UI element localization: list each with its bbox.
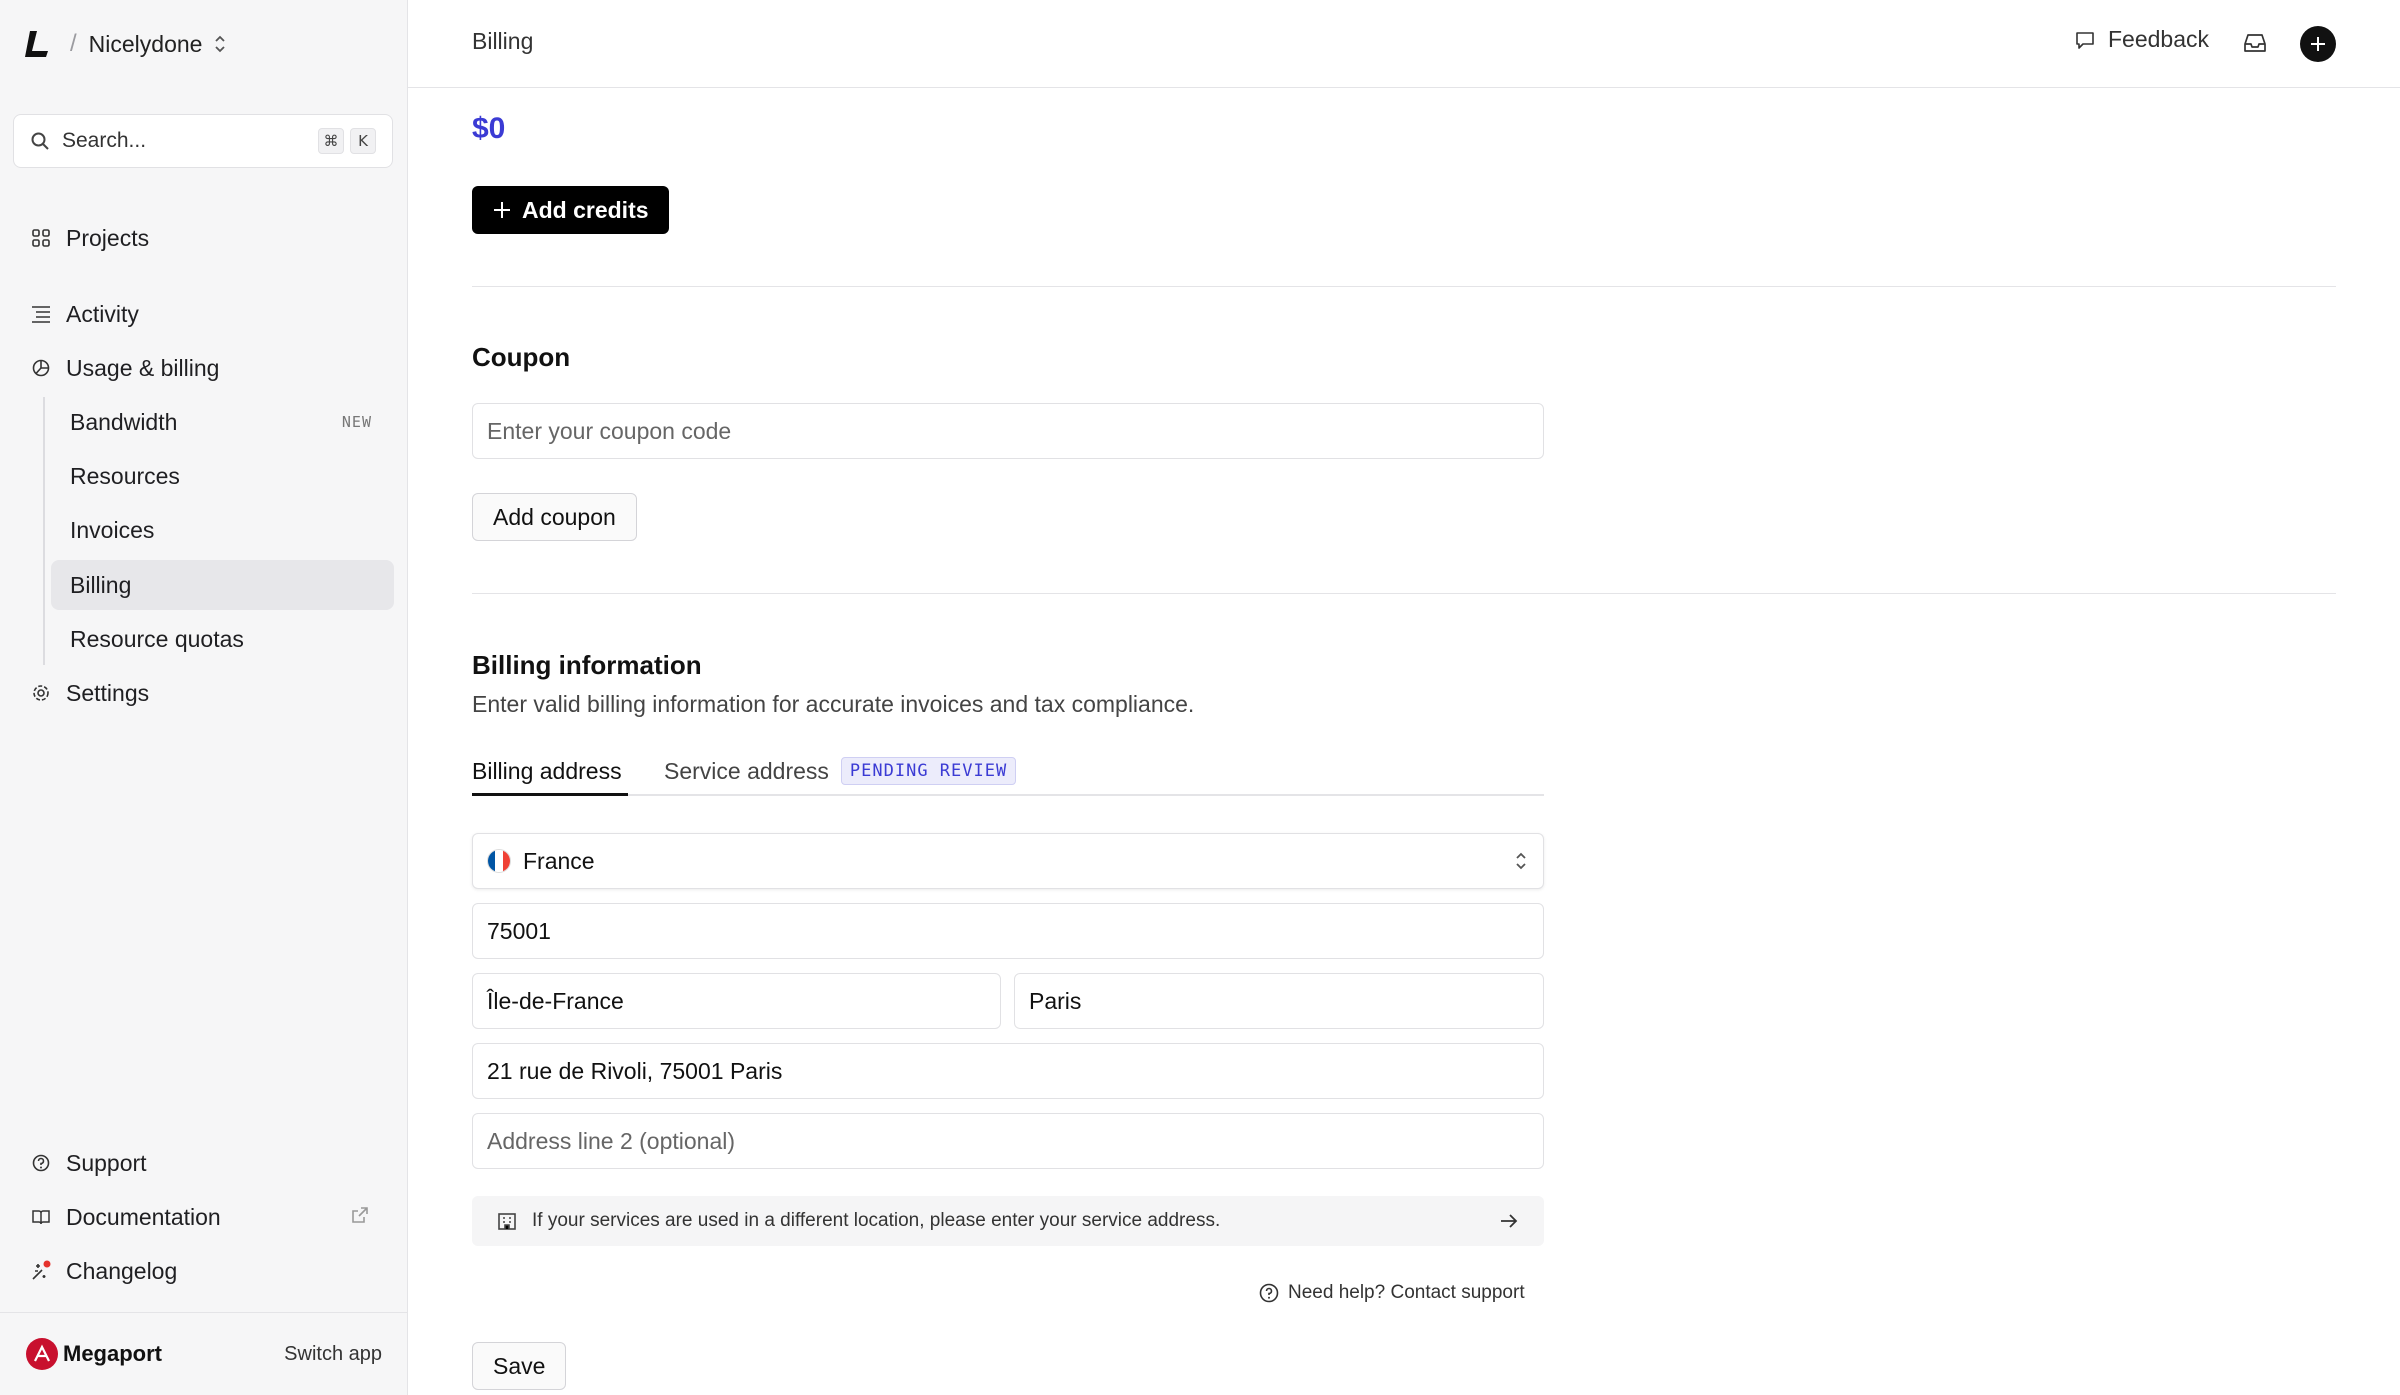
feedback-label: Feedback	[2108, 26, 2210, 52]
sidebar-item-activity[interactable]: Activity	[30, 294, 139, 334]
billing-info-title: Billing information	[472, 650, 702, 680]
coupon-placeholder: Enter your coupon code	[487, 417, 732, 444]
pie-chart-icon	[30, 357, 52, 379]
building-icon	[498, 1213, 516, 1230]
contact-support-link[interactable]: Need help? Contact support	[1258, 1282, 1525, 1304]
search-input[interactable]: Search... ⌘ K	[13, 114, 393, 168]
billing-info-description: Enter valid billing information for accu…	[472, 691, 1195, 717]
sidebar-item-label: Invoices	[70, 516, 155, 543]
plus-icon	[494, 202, 510, 218]
megaport-logo[interactable]: Megaport	[26, 1338, 162, 1370]
app-logo-icon	[25, 31, 48, 57]
sidebar-item-support[interactable]: Support	[30, 1143, 147, 1183]
help-circle-icon	[30, 1152, 52, 1174]
add-coupon-button[interactable]: Add coupon	[472, 493, 637, 541]
address-line1-input[interactable]: 21 rue de Rivoli, 75001 Paris	[472, 1043, 1544, 1099]
sidebar-item-label: Bandwidth	[70, 408, 178, 435]
sidebar-item-label: Resource quotas	[70, 625, 244, 652]
help-circle-icon	[1259, 1283, 1279, 1303]
sidebar-item-label: Settings	[66, 679, 150, 706]
sidebar-item-resources[interactable]: Resources	[51, 451, 394, 501]
save-button[interactable]: Save	[472, 1342, 567, 1390]
org-switcher[interactable]: / Nicelydone	[24, 24, 228, 64]
megaport-logo-icon	[26, 1338, 58, 1370]
kbd-cmd: ⌘	[318, 128, 344, 154]
sparkle-icon	[30, 1260, 52, 1282]
switch-app-button[interactable]: Switch app	[284, 1343, 382, 1366]
sidebar-item-bandwidth[interactable]: Bandwidth NEW	[51, 397, 394, 447]
sidebar-footer: Megaport Switch app	[0, 1312, 408, 1395]
pending-review-badge: PENDING REVIEW	[840, 757, 1017, 785]
search-placeholder: Search...	[62, 129, 147, 152]
notice-text: If your services are used in a different…	[532, 1210, 1221, 1231]
search-icon	[31, 132, 49, 150]
kbd-k: K	[350, 128, 376, 154]
chevron-up-down-icon	[215, 35, 226, 53]
sidebar-item-resource-quotas[interactable]: Resource quotas	[51, 614, 394, 664]
postal-code-input[interactable]: 75001	[472, 903, 1544, 959]
sidebar-item-label: Resources	[70, 462, 180, 489]
top-header: Billing Feedback	[408, 0, 2400, 88]
service-address-notice[interactable]: If your services are used in a different…	[472, 1196, 1544, 1246]
sidebar-item-label: Changelog	[66, 1257, 178, 1284]
add-credits-button[interactable]: Add credits	[472, 186, 669, 234]
message-icon	[2076, 31, 2094, 49]
coupon-title: Coupon	[472, 342, 571, 372]
address-tabs: Billing address Service address PENDING …	[472, 754, 1544, 796]
address-line2-input[interactable]: Address line 2 (optional)	[472, 1113, 1544, 1169]
sidebar-item-label: Documentation	[66, 1203, 221, 1230]
section-divider	[472, 286, 2336, 287]
sidebar: / Nicelydone Search... ⌘ K Projects Acti…	[0, 0, 408, 1395]
book-icon	[30, 1206, 52, 1228]
feedback-button[interactable]: Feedback	[2074, 26, 2209, 53]
plus-icon	[2311, 37, 2325, 51]
credit-balance: $0	[472, 112, 506, 145]
sidebar-item-label: Billing	[70, 571, 132, 598]
create-button[interactable]	[2300, 26, 2336, 62]
list-icon	[30, 303, 52, 325]
country-value: France	[523, 847, 595, 874]
gear-icon	[30, 682, 52, 704]
tab-billing-address[interactable]: Billing address	[472, 754, 628, 796]
breadcrumb-separator: /	[70, 30, 77, 57]
inbox-icon[interactable]	[2242, 30, 2268, 61]
coupon-input[interactable]: Enter your coupon code	[472, 403, 1544, 459]
postal-code-value: 75001	[487, 917, 551, 944]
country-select[interactable]: France	[472, 833, 1544, 889]
tab-label: Service address	[664, 758, 829, 784]
add-credits-label: Add credits	[522, 196, 649, 223]
submenu-line	[43, 397, 45, 665]
external-link-icon	[350, 1204, 370, 1231]
address-line1-value: 21 rue de Rivoli, 75001 Paris	[487, 1057, 783, 1084]
region-input[interactable]: Île-de-France	[472, 973, 1001, 1029]
sidebar-item-documentation[interactable]: Documentation	[30, 1197, 370, 1237]
arrow-right-icon	[1501, 1214, 1518, 1228]
sidebar-item-label: Projects	[66, 224, 150, 251]
sidebar-item-usage-billing[interactable]: Usage & billing	[30, 348, 219, 388]
help-label: Need help? Contact support	[1288, 1282, 1525, 1303]
section-divider	[472, 593, 2336, 594]
sidebar-item-billing[interactable]: Billing	[51, 560, 394, 610]
brand-name: Megaport	[63, 1341, 162, 1366]
sidebar-item-label: Usage & billing	[66, 354, 220, 381]
sidebar-item-label: Support	[66, 1149, 147, 1176]
breadcrumb[interactable]: Billing	[472, 28, 533, 55]
grid-icon	[30, 227, 52, 249]
sidebar-item-projects[interactable]: Projects	[30, 218, 149, 258]
city-input[interactable]: Paris	[1014, 973, 1544, 1029]
address-line2-placeholder: Address line 2 (optional)	[487, 1127, 736, 1154]
sidebar-item-invoices[interactable]: Invoices	[51, 505, 394, 555]
org-name: Nicelydone	[88, 30, 203, 57]
tab-service-address[interactable]: Service address PENDING REVIEW	[664, 754, 1017, 796]
city-value: Paris	[1029, 987, 1082, 1014]
region-value: Île-de-France	[487, 987, 624, 1014]
sidebar-item-label: Activity	[66, 300, 139, 327]
chevron-up-down-icon	[1516, 852, 1526, 870]
sidebar-item-settings[interactable]: Settings	[30, 673, 149, 713]
new-badge: NEW	[341, 413, 372, 431]
france-flag-icon	[487, 849, 511, 873]
sidebar-item-changelog[interactable]: Changelog	[30, 1251, 177, 1291]
